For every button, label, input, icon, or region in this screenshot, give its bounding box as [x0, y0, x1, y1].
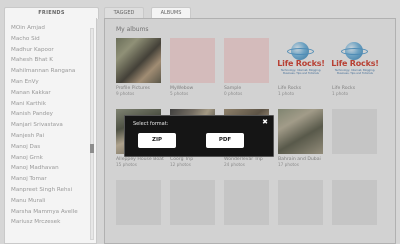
friends-panel: MOin Amjad Macho Sid Madhur Kapoor Mahes… [4, 18, 97, 244]
friend-item[interactable]: Macho Sid [11, 34, 87, 45]
friend-item[interactable]: Manoj Das [11, 142, 87, 153]
tab-tagged[interactable]: TAGGED [104, 7, 144, 18]
dialog-label: Select format: [133, 121, 169, 127]
friend-item[interactable]: Man EnVy [11, 77, 87, 88]
tab-albums[interactable]: ALBUMS [151, 7, 191, 18]
friend-item[interactable]: Manoj Grnk [11, 153, 87, 164]
scrollbar-thumb[interactable] [90, 144, 94, 153]
friend-item[interactable]: Marsha Mammya Avelle [11, 207, 87, 218]
close-icon[interactable]: ✖ [262, 119, 268, 126]
pdf-button[interactable]: PDF [206, 133, 244, 148]
friend-item[interactable]: Mani Karthik [11, 99, 87, 110]
friend-item[interactable]: Manoj Tomar [11, 174, 87, 185]
friend-item[interactable]: MOin Amjad [11, 23, 87, 34]
friend-item[interactable]: Manu Murali [11, 196, 87, 207]
friend-item[interactable]: Manan Kakkar [11, 88, 87, 99]
friend-item[interactable]: Mariusz Mrczesek [11, 217, 87, 228]
friend-item[interactable]: Madhur Kapoor [11, 45, 87, 56]
friend-item[interactable]: Manpreet Singh Rehsi [11, 185, 87, 196]
friends-scrollbar[interactable] [90, 28, 94, 240]
friend-item[interactable]: Mahesh Bhat K [11, 55, 87, 66]
friends-list: MOin Amjad Macho Sid Madhur Kapoor Mahes… [11, 23, 87, 228]
zip-button[interactable]: ZIP [138, 133, 176, 148]
friend-item[interactable]: Manoj Madhavan [11, 163, 87, 174]
friend-item[interactable]: Manish Pandey [11, 109, 87, 120]
format-dialog: Select format: ✖ ZIP PDF [124, 115, 274, 157]
friend-item[interactable]: Manjari Srivastava [11, 120, 87, 131]
friend-item[interactable]: Manjesh Pai [11, 131, 87, 142]
friend-item[interactable]: Mahilmannan Rangana [11, 66, 87, 77]
